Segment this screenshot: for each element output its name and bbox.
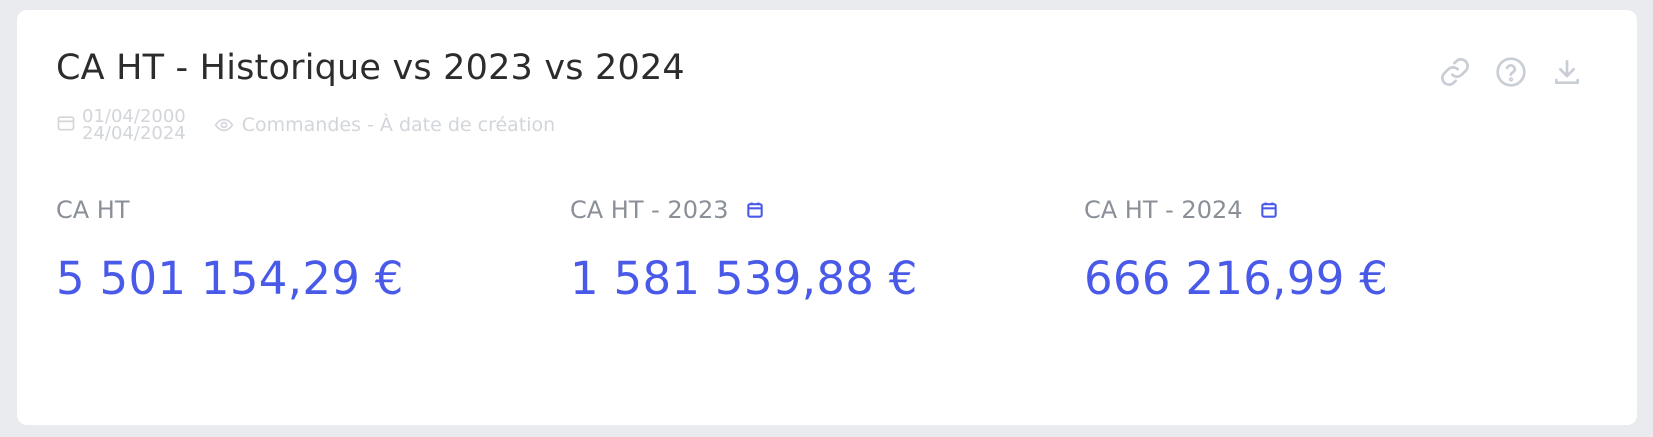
help-button[interactable] — [1493, 54, 1529, 90]
help-circle-icon — [1496, 57, 1526, 87]
kpi-total: CA HT 5 501 154,29 € — [56, 196, 404, 305]
kpi-label: CA HT - 2023 — [570, 196, 729, 224]
eye-icon — [214, 115, 234, 135]
kpi-card: CA HT - Historique vs 2023 vs 2024 01/04… — [17, 10, 1637, 425]
kpi-value: 666 216,99 € — [1084, 252, 1389, 305]
data-source: Commandes - À date de création — [241, 114, 556, 136]
date-end: 24/04/2024 — [82, 123, 186, 144]
calendar-icon[interactable] — [745, 200, 765, 220]
calendar-icon[interactable] — [1259, 200, 1279, 220]
kpi-2023: CA HT - 2023 1 581 539,88 € — [570, 196, 918, 305]
kpi-label: CA HT — [56, 196, 130, 224]
calendar-icon — [56, 113, 76, 137]
card-actions — [1437, 54, 1585, 90]
link-icon — [1441, 58, 1469, 86]
kpi-value: 1 581 539,88 € — [570, 252, 918, 305]
date-range: 01/04/2000 24/04/2024 — [82, 108, 186, 144]
download-icon — [1555, 60, 1579, 84]
kpi-value: 5 501 154,29 € — [56, 252, 404, 305]
card-meta: 01/04/2000 24/04/2024 Commandes - À date… — [56, 108, 556, 144]
kpi-label: CA HT - 2024 — [1084, 196, 1243, 224]
download-button[interactable] — [1549, 54, 1585, 90]
card-title: CA HT - Historique vs 2023 vs 2024 — [56, 48, 685, 88]
kpi-2024: CA HT - 2024 666 216,99 € — [1084, 196, 1388, 305]
link-button[interactable] — [1437, 54, 1473, 90]
